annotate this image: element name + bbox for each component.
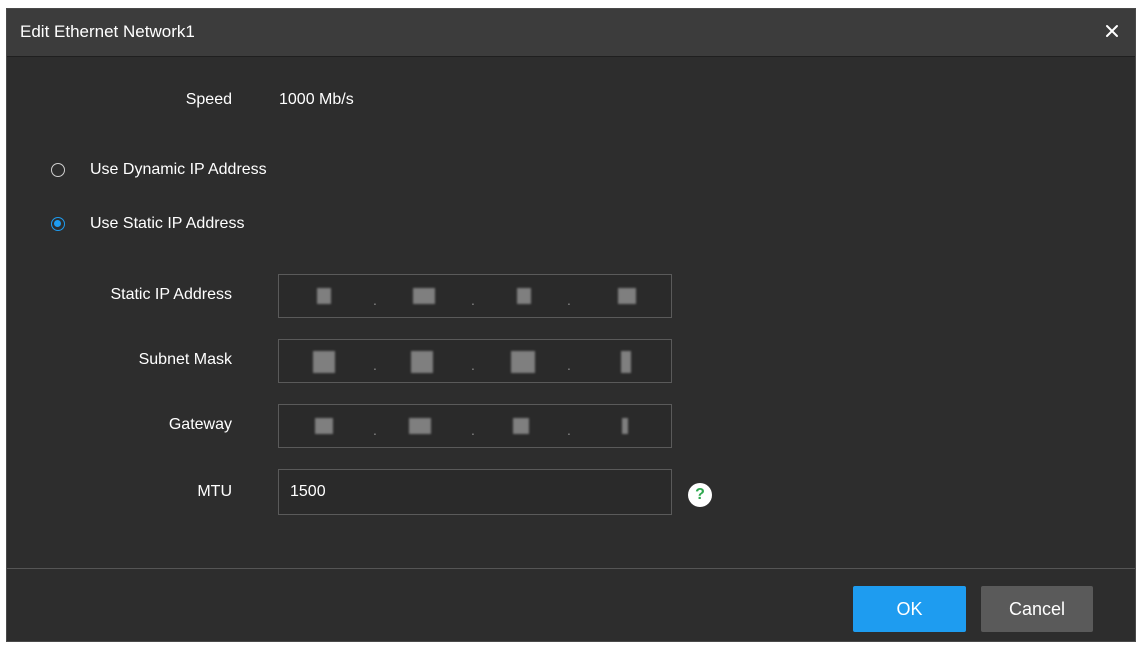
static-ip-address-input[interactable]: . . . — [278, 274, 672, 318]
footer-divider — [7, 568, 1135, 569]
dynamic-ip-radio[interactable]: Use Dynamic IP Address — [51, 161, 267, 179]
subnet-mask-label: Subnet Mask — [138, 351, 232, 368]
gateway-label: Gateway — [168, 416, 232, 433]
gw-octet-3[interactable] — [513, 418, 529, 434]
mask-octet-2[interactable] — [411, 351, 433, 373]
ip-octet-1[interactable] — [317, 288, 331, 304]
ip-separator: . — [567, 292, 571, 308]
edit-network-dialog: Edit Ethernet Network1 Speed 1000 Mb/s U… — [6, 8, 1136, 642]
ip-separator: . — [567, 357, 571, 373]
gw-octet-2[interactable] — [409, 418, 431, 434]
ip-separator: . — [471, 422, 475, 438]
static-ip-address-label: Static IP Address — [110, 286, 232, 303]
ip-separator: . — [373, 357, 377, 373]
gw-octet-1[interactable] — [315, 418, 333, 434]
ip-octet-3[interactable] — [517, 288, 531, 304]
gw-octet-4[interactable] — [622, 418, 628, 434]
close-icon[interactable] — [1101, 20, 1123, 42]
ip-separator: . — [471, 357, 475, 373]
mtu-label: MTU — [197, 483, 232, 500]
gateway-input[interactable]: . . . — [278, 404, 672, 448]
mask-octet-1[interactable] — [313, 351, 335, 373]
speed-label: Speed — [185, 91, 232, 108]
dialog-title: Edit Ethernet Network1 — [20, 22, 195, 41]
dialog-titlebar: Edit Ethernet Network1 — [7, 9, 1135, 57]
static-ip-radio[interactable]: Use Static IP Address — [51, 215, 244, 233]
speed-value: 1000 Mb/s — [279, 91, 354, 108]
ip-separator: . — [373, 292, 377, 308]
mtu-input[interactable] — [278, 469, 672, 515]
ip-separator: . — [471, 292, 475, 308]
ip-separator: . — [567, 422, 571, 438]
radio-button[interactable] — [51, 163, 65, 177]
mask-octet-3[interactable] — [511, 351, 535, 373]
radio-button-checked[interactable] — [51, 217, 65, 231]
static-ip-label: Use Static IP Address — [90, 215, 245, 232]
ip-octet-4[interactable] — [618, 288, 636, 304]
ok-button[interactable]: OK — [853, 586, 966, 632]
ip-octet-2[interactable] — [413, 288, 435, 304]
help-icon[interactable]: ? — [688, 483, 712, 507]
subnet-mask-input[interactable]: . . . — [278, 339, 672, 383]
dynamic-ip-label: Use Dynamic IP Address — [90, 161, 267, 178]
cancel-button[interactable]: Cancel — [981, 586, 1093, 632]
ip-separator: . — [373, 422, 377, 438]
mask-octet-4[interactable] — [621, 351, 631, 373]
